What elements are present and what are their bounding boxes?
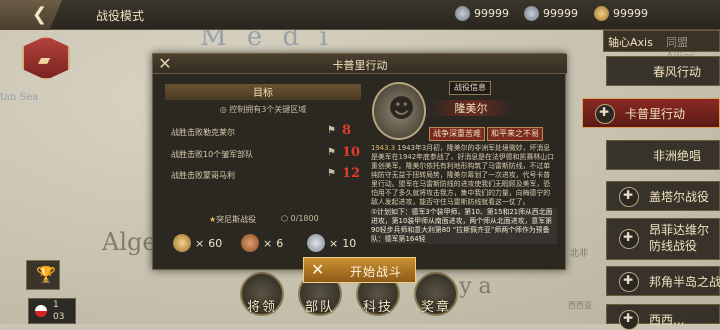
dialog-title: 卡普里行动	[332, 59, 388, 72]
medals-label: 奖章	[420, 300, 451, 315]
map-label-north-africa: 北非	[570, 249, 589, 259]
general-portrait	[372, 82, 426, 140]
iron-cross-icon	[595, 104, 615, 124]
flag-icon: ⚑	[327, 147, 336, 158]
general-name: 隆美尔	[429, 100, 513, 116]
iron-cross-icon	[619, 310, 639, 330]
story-plan: ①计划如下：德军3个装甲师，第10、第15和21师从西北面进攻，第10装甲师从南…	[371, 208, 557, 244]
crossed-swords-icon: ✕	[311, 260, 325, 279]
general-skill-badge: 和平来之不易	[487, 127, 543, 141]
story-year: 1943.3	[371, 144, 396, 152]
objective-row: 战胜击败10个皱军部队 ⚑ 10	[171, 145, 361, 160]
map-label-sea: tan Sea	[0, 92, 39, 103]
trophy-button[interactable]: 🏆	[26, 260, 60, 290]
campaign-item-enfidaville-line[interactable]: 昂菲达维尔防线战役	[606, 218, 720, 260]
reward-silver-medal: × 10	[307, 234, 356, 252]
page-number: 1	[53, 300, 59, 310]
campaign-dialog: 卡普里行动 ✕ 目标 ◎ 控制拥有3个关键区域 战胜击败勒克莱尔 ⚑ 8 战胜击…	[152, 53, 567, 270]
campaign-item-el-guettar[interactable]: 盖塔尔战役	[606, 181, 720, 211]
top-bar: ❮ 战役模式 99999 99999 99999	[0, 0, 720, 30]
gold-medal-icon	[173, 234, 191, 252]
flag-icon: ⚑	[327, 168, 336, 179]
campaign-info-tag[interactable]: 战役信息	[449, 81, 491, 95]
player-flag-box[interactable]: 1 03	[28, 298, 76, 324]
objectives-header: 目标	[165, 84, 361, 100]
campaign-progress-value: ⬡ 0/1800	[281, 214, 319, 223]
objectives-subtitle: ◎ 控制拥有3个关键区域	[219, 105, 307, 114]
campaign-item-africa-swan-song[interactable]: 非洲绝唱	[606, 140, 720, 170]
tank-icon: ▰	[38, 50, 51, 69]
resource-gold-star: 99999	[594, 6, 648, 21]
gold-star-icon	[594, 6, 609, 21]
iron-cross-icon	[619, 229, 639, 249]
generals-label: 将领	[246, 300, 277, 315]
silver-coin-icon	[455, 6, 470, 21]
reward-bronze-medal: × 6	[241, 234, 283, 252]
faction-tabs: 轴心Axis 同盟 Allies	[603, 30, 720, 63]
close-icon[interactable]: ✕	[154, 54, 176, 74]
troops-label: 部队	[304, 300, 335, 315]
story-body: 1943年3月初，隆美尔的非洲军处境微妙，坏消息是美军在1942年底参战了，好消…	[371, 144, 554, 206]
campaign-story-text[interactable]: 1943.3 1943年3月初，隆美尔的非洲军处境微妙，坏消息是美军在1942年…	[371, 144, 557, 260]
back-button[interactable]: ❮	[0, 0, 62, 30]
campaign-item-capri[interactable]: 卡普里行动	[582, 98, 720, 128]
campaign-item-cap-bon[interactable]: 邦角半岛之战	[606, 266, 720, 296]
resource-silver-medal: 99999	[524, 6, 578, 21]
iron-cross-icon	[619, 272, 639, 292]
back-arrow-icon: ❮	[32, 4, 48, 25]
reward-gold-medal: × 60	[173, 234, 222, 252]
page-total: 03	[53, 312, 65, 322]
campaign-item-spring-wind[interactable]: 春风行动	[606, 56, 720, 86]
general-skill-badge: 战争深重苦难	[429, 127, 485, 141]
resource-silver-coin: 99999	[455, 6, 509, 21]
map-label-west-region: 西西亚	[568, 301, 592, 310]
dialog-header: 卡普里行动 ✕	[153, 54, 567, 74]
bronze-medal-icon	[241, 234, 259, 252]
flag-icon	[35, 305, 47, 317]
page-title: 战役模式	[96, 9, 145, 23]
flag-icon: ⚑	[327, 125, 336, 136]
objective-row: 战胜击败蒙哥马利 ⚑ 12	[171, 166, 361, 181]
silver-medal-icon	[307, 234, 325, 252]
campaign-item-sicily[interactable]: 西西...	[606, 304, 720, 330]
tab-axis[interactable]: 轴心Axis	[608, 34, 653, 50]
start-battle-button[interactable]: ✕ 开始战斗	[303, 257, 416, 283]
iron-cross-icon	[619, 187, 639, 207]
silver-medal-icon	[524, 6, 539, 21]
objective-row: 战胜击败勒克莱尔 ⚑ 8	[171, 123, 352, 138]
tech-label: 科技	[362, 300, 393, 315]
campaign-progress-label: ★突尼斯战役	[209, 215, 257, 224]
trophy-icon: 🏆	[36, 265, 56, 284]
